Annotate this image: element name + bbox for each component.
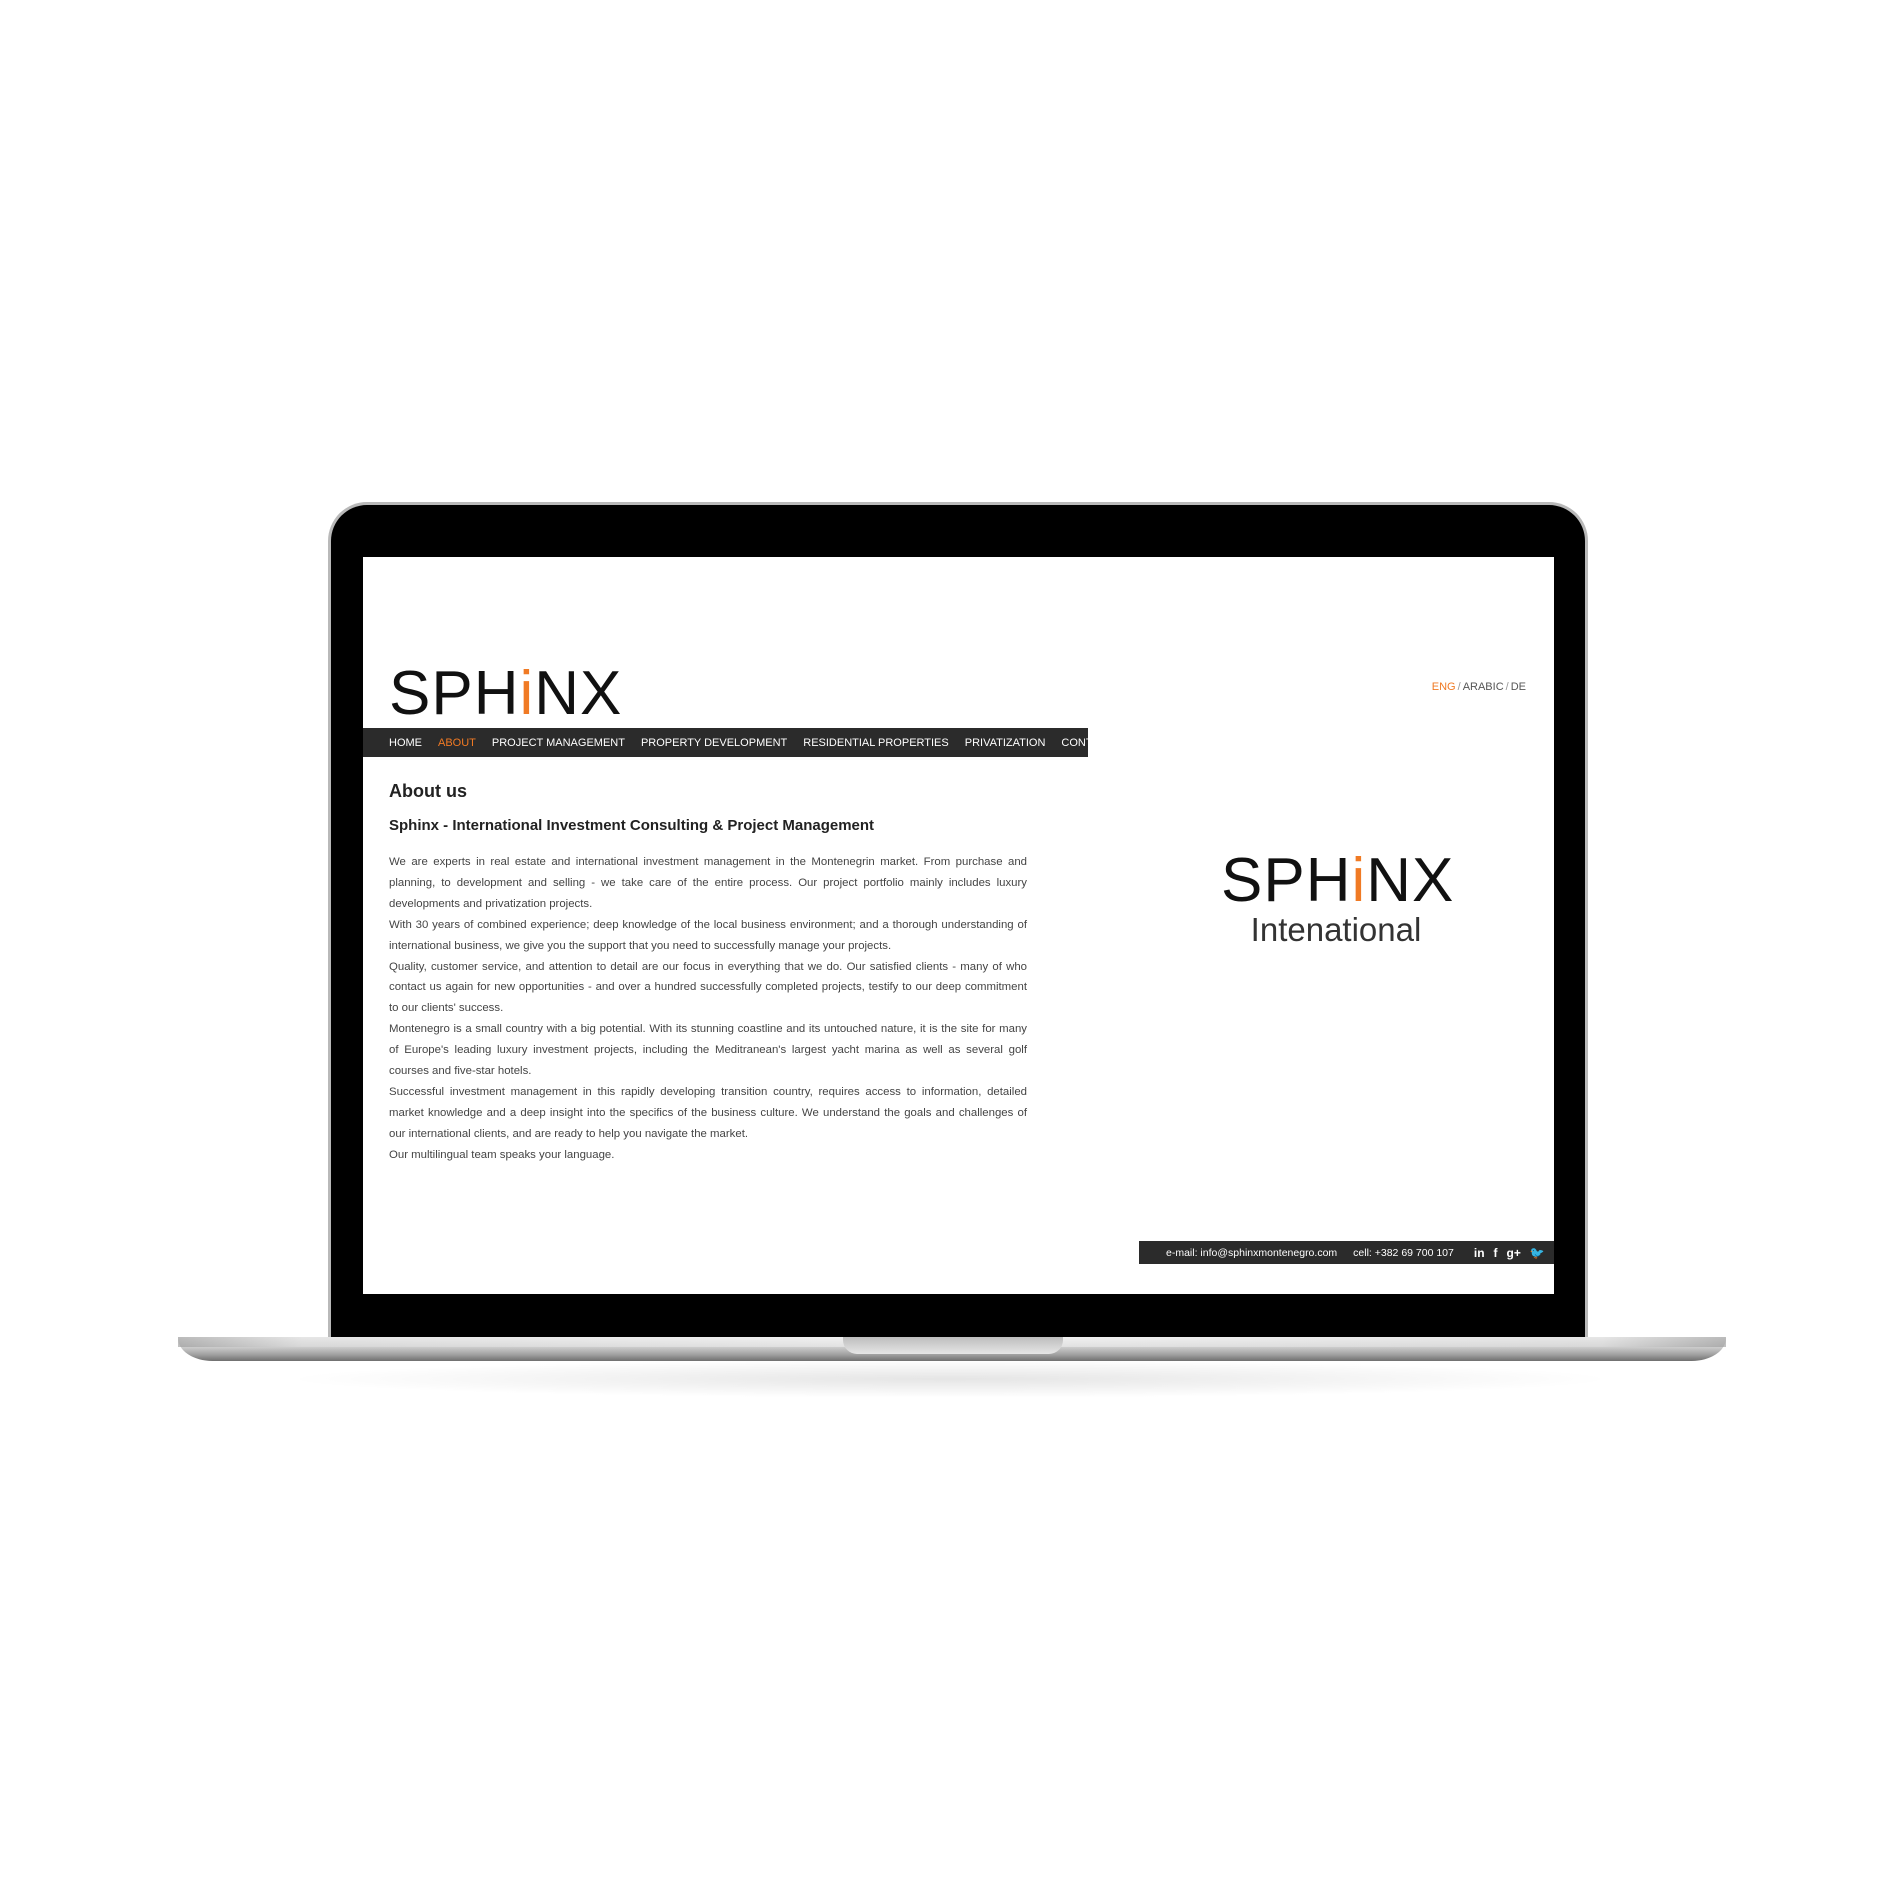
about-paragraph: Montenegro is a small country with a big… [389,1023,1027,1078]
side-logo-wordmark: SPHiNX [1221,850,1453,912]
nav-item-home[interactable]: HOME [389,737,422,749]
nav-item-privatization[interactable]: PRIVATIZATION [965,737,1046,749]
side-logo-prefix: SPH [1221,846,1352,915]
about-paragraph: With 30 years of combined experience; de… [389,918,1027,952]
side-logo-accent: i [1351,846,1367,915]
logo-text-accent: i [519,659,535,728]
footer-phone[interactable]: cell: +382 69 700 107 [1353,1247,1454,1259]
lang-arabic[interactable]: ARABIC [1463,681,1504,693]
footer-email[interactable]: e-mail: info@sphinxmontenegro.com [1166,1247,1337,1259]
lang-de[interactable]: DE [1511,681,1526,693]
lang-separator: / [1457,681,1461,693]
about-content: About us Sphinx - International Investme… [389,781,1027,1166]
facebook-icon[interactable]: f [1494,1246,1498,1260]
laptop-shadow [280,1360,1620,1398]
language-switcher: ENG / ARABIC / DE [1432,681,1526,693]
laptop-screen: SPHiNX ENG / ARABIC / DE HOME ABOUT PROJECT … [363,557,1554,1294]
page-subtitle: Sphinx - International Investment Consul… [389,817,875,834]
logo-text-prefix: SPH [389,659,520,728]
google-plus-icon[interactable]: g+ [1507,1246,1521,1260]
nav-item-property-development[interactable]: PROPERTY DEVELOPMENT [641,737,787,749]
page-title: About us [389,781,467,801]
nav-item-about[interactable]: ABOUT [438,737,476,749]
contact-footer: e-mail: info@sphinxmontenegro.com cell: … [1139,1241,1554,1264]
site-logo[interactable]: SPHiNX [389,663,622,725]
side-logo-subtitle: Intenational [1250,911,1422,948]
about-paragraph: Quality, customer service, and attention… [389,960,1027,1015]
about-paragraph: We are experts in real estate and intern… [389,856,1027,910]
social-icons: in f g+ 🐦 [1474,1246,1545,1260]
logo-text-suffix: NX [534,659,623,728]
mockup-stage: SPHiNX ENG / ARABIC / DE HOME ABOUT PROJECT … [0,0,1900,1900]
nav-item-project-management[interactable]: PROJECT MANAGEMENT [492,737,625,749]
side-logo: SPHiNX Intenational [1221,850,1453,948]
laptop-notch [843,1337,1063,1354]
linkedin-icon[interactable]: in [1474,1246,1485,1260]
twitter-icon[interactable]: 🐦 [1530,1246,1545,1260]
nav-item-residential-properties[interactable]: RESIDENTIAL PROPERTIES [803,737,948,749]
lang-eng[interactable]: ENG [1432,681,1456,693]
lang-separator: / [1505,681,1509,693]
about-paragraph: Our multilingual team speaks your langua… [389,1148,615,1161]
about-paragraph: Successful investment management in this… [389,1085,1027,1140]
side-logo-suffix: NX [1366,846,1455,915]
main-nav: HOME ABOUT PROJECT MANAGEMENT PROPERTY D… [363,728,1114,757]
nav-item-contact[interactable]: CONTACT [1061,737,1113,749]
